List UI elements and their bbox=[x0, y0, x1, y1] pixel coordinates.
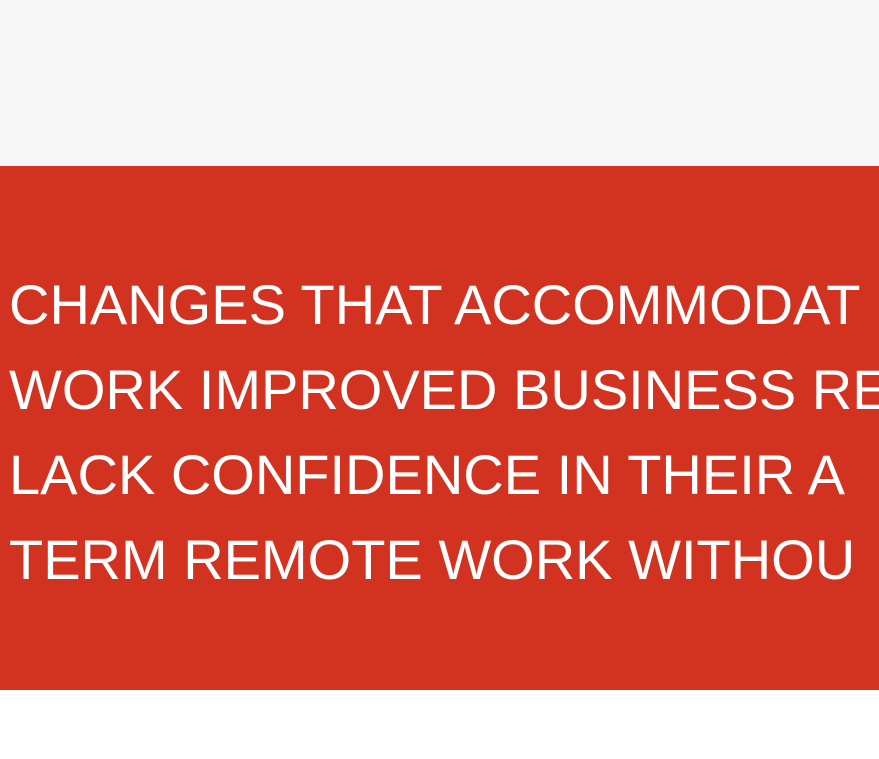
quote-line-3: LACK CONFIDENCE IN THEIR A bbox=[9, 443, 846, 506]
top-band bbox=[0, 0, 879, 166]
bottom-band bbox=[0, 690, 879, 759]
quote-line-1: CHANGES THAT ACCOMMODAT bbox=[9, 273, 861, 336]
quote-line-4: TERM REMOTE WORK WITHOU bbox=[9, 528, 856, 591]
page: CHANGES THAT ACCOMMODAT WORK IMPROVED BU… bbox=[0, 0, 879, 759]
quote-text: CHANGES THAT ACCOMMODAT WORK IMPROVED BU… bbox=[9, 262, 879, 602]
quote-line-2: WORK IMPROVED BUSINESS RE bbox=[9, 358, 879, 421]
quote-banner: CHANGES THAT ACCOMMODAT WORK IMPROVED BU… bbox=[0, 166, 879, 690]
